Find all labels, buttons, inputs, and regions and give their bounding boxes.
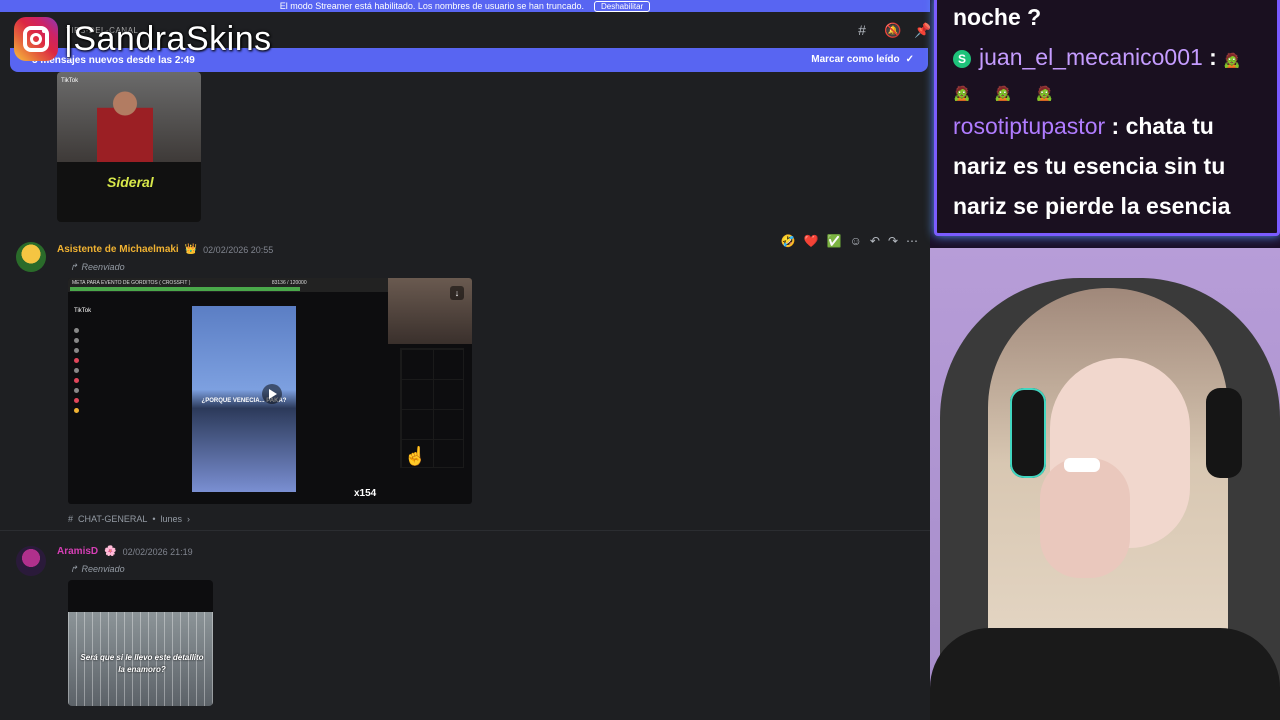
gift-count: x154 (354, 488, 377, 499)
forwarded-label: ↱ Reenviado (70, 262, 125, 272)
tiktok-title: TikTok (74, 308, 92, 314)
screenshot-attachment[interactable]: META PARA EVENTO DE GORDITOS ( CROSSFIT … (68, 278, 472, 504)
message-date: 02/02/2026 20:55 (203, 244, 274, 255)
image-caption: Será que si le llevo este detallito la e… (80, 653, 204, 674)
headset-right (1206, 388, 1242, 478)
forward-icon: ↱ (70, 564, 78, 574)
download-icon[interactable]: ↓ (450, 286, 464, 300)
header-toolbar: # 🔕 📌 (854, 22, 930, 39)
message-header: Asistente de Michaelmaki 👑 02/02/2026 20… (57, 244, 273, 255)
instagram-overlay: |SandraSkins (14, 16, 272, 62)
discord-window: El modo Streamer está habilitado. Los no… (0, 0, 930, 720)
chat-emotes: 🧟 🧟 🧟 (953, 85, 1064, 101)
channel-ref-when: lunes (160, 514, 183, 524)
tiktok-sidebar: TikTok (68, 302, 138, 492)
tiktok-watermark: TikTok (61, 78, 79, 84)
stream-chat-overlay: noche ? Sjuan_el_mecanico001 : 🧟 🧟 🧟 🧟 r… (930, 0, 1280, 250)
headset-left (1010, 388, 1046, 478)
forwarded-label: ↱ Reenviado (70, 564, 125, 574)
webcam-feed (930, 248, 1280, 720)
chevron-right-icon: › (187, 514, 191, 524)
forward-icon: ↱ (70, 262, 78, 272)
sideral-logo: Sideral (107, 174, 154, 190)
reply-icon[interactable]: ↶ (870, 234, 880, 248)
message-header: AramisD 🌸 02/02/2026 21:19 (57, 546, 193, 557)
avatar[interactable] (16, 242, 46, 272)
chat-message: Sjuan_el_mecanico001 : 🧟 (953, 37, 1261, 80)
more-icon[interactable]: ⋯ (906, 234, 918, 248)
chat-username: rosotiptupastor (953, 113, 1106, 139)
message-actions: 🤣 ❤️ ✅ ☺ ↶ ↷ ⋯ (781, 234, 918, 248)
disable-streamer-mode-button[interactable]: Deshabilitar (593, 0, 651, 12)
avatar[interactable] (16, 546, 46, 576)
channel-reference[interactable]: # CHAT-GENERAL • lunes › (68, 514, 190, 524)
instagram-handle: |SandraSkins (64, 19, 272, 58)
mouse-cursor-icon: ☝ (404, 446, 427, 466)
video-attachment-thumbnail[interactable]: Será que si le llevo este detallito la e… (68, 580, 213, 706)
stream-screen: El modo Streamer está habilitado. Los no… (0, 0, 1280, 720)
chat-username: juan_el_mecanico001 (979, 44, 1203, 70)
forward-icon[interactable]: ↷ (888, 234, 898, 248)
author-name[interactable]: Asistente de Michaelmaki (57, 244, 179, 255)
embed-progress-text: 83136 / 120000 (271, 280, 307, 286)
mark-read-icon: ✓ (905, 54, 914, 65)
streamer-nails (1064, 458, 1100, 472)
chat-message: rosotiptupastor : chata tu nariz es tu e… (953, 113, 1231, 219)
video-attachment-thumbnail[interactable]: TikTok Sideral (57, 72, 201, 222)
sidebar-nav-icons (68, 302, 138, 413)
mark-as-read-button[interactable]: Marcar como leído ✓ (811, 54, 914, 65)
streamer-mode-text: El modo Streamer está habilitado. Los no… (279, 1, 584, 11)
threads-icon[interactable]: # (854, 22, 870, 39)
streamer-mode-bar: El modo Streamer está habilitado. Los no… (0, 0, 930, 12)
pin-icon[interactable]: 📌 (914, 22, 930, 39)
chat-emote: 🧟 (1223, 52, 1241, 68)
instagram-icon (14, 17, 58, 61)
video-person (97, 84, 153, 162)
author-badge: 🌸 (104, 546, 117, 557)
embed-goal-title: META PARA EVENTO DE GORDITOS ( CROSSFIT … (72, 280, 191, 286)
streamer-hand (1040, 458, 1130, 578)
hash-icon: # (68, 514, 74, 524)
message-date: 02/02/2026 21:19 (122, 546, 193, 557)
mute-icon[interactable]: 🔕 (884, 22, 901, 39)
goal-progress-bar (70, 287, 300, 291)
add-reaction-icon[interactable]: ☺ (850, 234, 862, 248)
subscriber-badge-icon: S (953, 49, 971, 68)
play-icon[interactable] (262, 384, 282, 404)
author-badge: 👑 (184, 244, 198, 255)
channel-ref-name: CHAT-GENERAL (78, 514, 148, 524)
message-divider (0, 530, 930, 531)
author-name[interactable]: AramisD (57, 546, 98, 557)
reaction-laugh[interactable]: 🤣 (781, 234, 796, 248)
reaction-check[interactable]: ✅ (827, 234, 842, 248)
chat-partial-line: noche ? (953, 4, 1042, 30)
streamer-shirt (930, 628, 1280, 720)
reaction-heart[interactable]: ❤️ (804, 234, 819, 248)
chat-box: noche ? Sjuan_el_mecanico001 : 🧟 🧟 🧟 🧟 r… (934, 0, 1280, 236)
